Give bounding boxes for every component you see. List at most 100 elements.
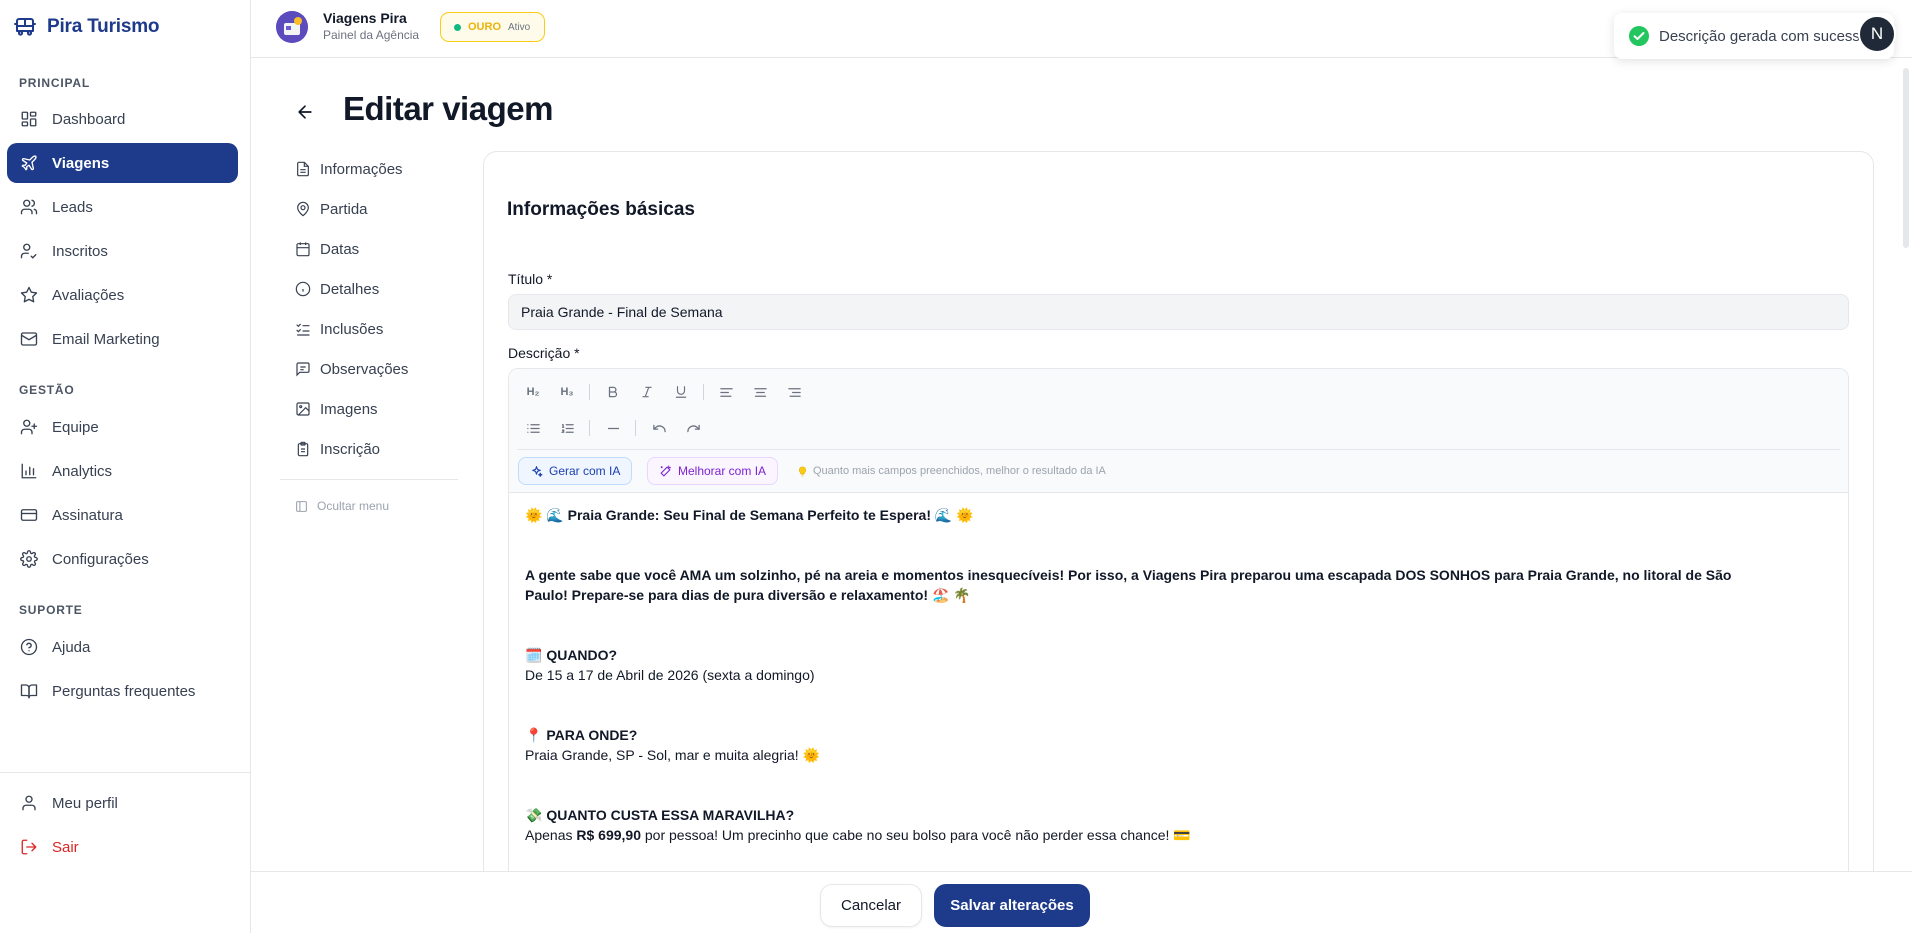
price-post: por pessoa! Um precinho que cabe no seu … — [640, 827, 1191, 843]
star-icon — [20, 286, 38, 304]
success-toast: Descrição gerada com sucesso! — [1614, 13, 1894, 59]
section-nav-detalhes[interactable]: Detalhes — [295, 278, 379, 300]
user-avatar[interactable]: N — [1858, 15, 1896, 53]
heading2-button[interactable]: H₂ — [522, 381, 544, 403]
sidebar-item-viagens[interactable]: Viagens — [7, 143, 238, 183]
image-icon — [295, 401, 311, 417]
lightbulb-icon — [797, 466, 808, 477]
check-circle-icon — [1629, 26, 1649, 46]
underline-icon — [674, 385, 688, 399]
sidebar-item-label: Inscritos — [52, 242, 108, 260]
horizontal-rule-button[interactable] — [602, 417, 624, 439]
section-nav-inclusoes[interactable]: Inclusões — [295, 318, 383, 340]
bold-button[interactable] — [602, 381, 624, 403]
app-root: Pira Turismo PRINCIPAL Dashboard Viagens… — [0, 0, 1912, 933]
italic-icon — [640, 385, 654, 399]
section-nav-observacoes[interactable]: Observações — [295, 358, 408, 380]
content-heading: 🌞 🌊 Praia Grande: Seu Final de Semana Pe… — [525, 507, 974, 523]
improve-ai-button[interactable]: Melhorar com IA — [647, 457, 779, 485]
sidebar-divider — [0, 772, 251, 773]
align-center-button[interactable] — [749, 381, 771, 403]
tier-name: OURO — [468, 21, 501, 33]
sidebar-item-label: Equipe — [52, 418, 99, 436]
agency-subtitle: Painel da Agência — [323, 28, 420, 42]
section-nav-imagens[interactable]: Imagens — [295, 398, 378, 420]
section-nav-label: Detalhes — [320, 280, 380, 298]
toolbar-separator — [589, 384, 590, 400]
ai-hint-text: Quanto mais campos preenchidos, melhor o… — [813, 465, 1106, 477]
underline-button[interactable] — [670, 381, 692, 403]
sidebar-item-configuracoes[interactable]: Configurações — [7, 539, 238, 579]
sidebar-item-leads[interactable]: Leads — [7, 187, 238, 227]
bus-icon — [12, 15, 38, 39]
editor-toolbar: H₂ H₃ Gerar com IA Melhorar com IA Quant… — [509, 369, 1848, 493]
content-price-title: 💸 QUANTO CUSTA ESSA MARAVILHA? — [525, 807, 795, 823]
generate-ai-button[interactable]: Gerar com IA — [518, 457, 633, 485]
sidebar-item-label: Analytics — [52, 462, 113, 480]
sidebar-item-dashboard[interactable]: Dashboard — [7, 99, 238, 139]
sidebar-item-faq[interactable]: Perguntas frequentes — [7, 671, 238, 711]
sidebar-item-label: Sair — [52, 838, 79, 856]
brand-name: Pira Turismo — [47, 16, 160, 37]
section-nav-label: Datas — [320, 240, 360, 258]
section-nav-label: Observações — [320, 360, 409, 378]
sidebar-item-email-marketing[interactable]: Email Marketing — [7, 319, 238, 359]
toolbar-divider — [517, 449, 1840, 450]
align-right-button[interactable] — [783, 381, 805, 403]
section-nav-datas[interactable]: Datas — [295, 238, 359, 260]
align-left-icon — [719, 385, 734, 400]
sidebar-item-label: Viagens — [52, 154, 110, 172]
content-intro-line1: A gente sabe que você AMA um solzinho, p… — [525, 567, 1732, 583]
gear-icon — [20, 550, 38, 568]
hide-menu-button[interactable]: Ocultar menu — [295, 499, 389, 513]
price-value: R$ 699,90 — [576, 827, 641, 843]
heading3-label: H₃ — [560, 386, 574, 398]
section-nav-label: Partida — [320, 200, 368, 218]
undo-button[interactable] — [648, 417, 670, 439]
align-right-icon — [787, 385, 802, 400]
sidebar-item-equipe[interactable]: Equipe — [7, 407, 238, 447]
checklist-icon — [295, 321, 311, 337]
magic-wand-icon — [659, 465, 672, 478]
info-icon — [295, 281, 311, 297]
sidebar-item-inscritos[interactable]: Inscritos — [7, 231, 238, 271]
plan-tier-badge: OURO Ativo — [440, 12, 546, 42]
sidebar-item-label: Dashboard — [52, 110, 126, 128]
section-nav-informacoes[interactable]: Informações — [295, 158, 403, 180]
agency-avatar[interactable] — [276, 11, 308, 43]
sidebar-item-label: Assinatura — [52, 506, 123, 524]
align-center-icon — [753, 385, 768, 400]
section-label-suporte: SUPORTE — [19, 603, 83, 617]
italic-button[interactable] — [636, 381, 658, 403]
section-nav-inscricao[interactable]: Inscrição — [295, 438, 380, 460]
page-scrollbar[interactable] — [1903, 68, 1909, 248]
align-left-button[interactable] — [715, 381, 737, 403]
content-when-text: De 15 a 17 de Abril de 2026 (sexta a dom… — [525, 667, 815, 683]
sidebar-item-ajuda[interactable]: Ajuda — [7, 627, 238, 667]
toolbar-separator — [635, 420, 636, 436]
logout-icon — [20, 838, 38, 856]
ordered-list-button[interactable] — [556, 417, 578, 439]
cancel-button[interactable]: Cancelar — [820, 884, 922, 927]
sidebar-item-analytics[interactable]: Analytics — [7, 451, 238, 491]
ai-hint: Quanto mais campos preenchidos, melhor o… — [797, 465, 1106, 477]
redo-button[interactable] — [682, 417, 704, 439]
ordered-list-icon — [560, 421, 575, 436]
save-button[interactable]: Salvar alterações — [934, 884, 1090, 927]
heading3-button[interactable]: H₃ — [556, 381, 578, 403]
back-button[interactable] — [295, 102, 315, 122]
hide-menu-label: Ocultar menu — [317, 499, 390, 513]
sidebar-item-label: Leads — [52, 198, 93, 216]
sidebar-item-sair[interactable]: Sair — [7, 827, 238, 867]
brand-logo[interactable]: Pira Turismo — [12, 15, 160, 39]
sidebar-item-meu-perfil[interactable]: Meu perfil — [7, 783, 238, 823]
bullet-list-button[interactable] — [522, 417, 544, 439]
title-input[interactable] — [508, 294, 1849, 330]
section-nav-partida[interactable]: Partida — [295, 198, 368, 220]
sidebar-item-avaliacoes[interactable]: Avaliações — [7, 275, 238, 315]
sidebar-item-label: Ajuda — [52, 638, 91, 656]
content-price-text: Apenas R$ 699,90 por pessoa! Um precinho… — [525, 825, 1191, 845]
dashboard-icon — [20, 110, 38, 128]
section-nav-label: Inclusões — [320, 320, 384, 338]
sidebar-item-assinatura[interactable]: Assinatura — [7, 495, 238, 535]
